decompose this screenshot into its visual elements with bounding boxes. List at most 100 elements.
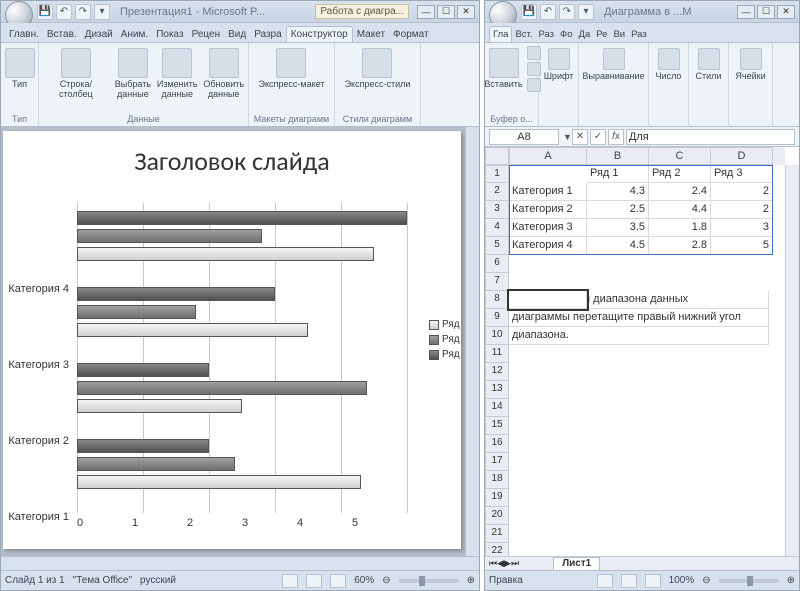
switch-row-column-button[interactable]: Строка/столбец	[41, 46, 111, 102]
zoom-out-button[interactable]: ⊖	[382, 575, 390, 586]
cell[interactable]: Ряд 1	[587, 165, 649, 183]
cell[interactable]: Категория 3	[509, 219, 587, 237]
page-layout-view-button[interactable]	[621, 574, 637, 588]
ribbon-tab[interactable]: Вид	[224, 27, 250, 42]
restore-button[interactable]: ☐	[757, 5, 775, 19]
undo-button[interactable]: ↶	[56, 4, 72, 20]
save-button[interactable]: 💾	[521, 4, 537, 20]
cell[interactable]: 4.3	[587, 183, 649, 201]
cell[interactable]: диапазона.	[509, 327, 769, 345]
ribbon-tab[interactable]: Дизай	[81, 27, 117, 42]
row-header[interactable]: 6	[485, 255, 509, 273]
page-break-view-button[interactable]	[645, 574, 661, 588]
font-group-button[interactable]: Шрифт	[542, 46, 576, 84]
row-header[interactable]: 17	[485, 453, 509, 471]
row-header[interactable]: 12	[485, 363, 509, 381]
normal-view-button[interactable]	[282, 574, 298, 588]
slideshow-view-button[interactable]	[330, 574, 346, 588]
cell[interactable]: Категория 4	[509, 237, 587, 255]
fx-button[interactable]: fx	[608, 129, 624, 145]
number-group-button[interactable]: Число	[653, 46, 685, 84]
chart-type-button[interactable]: Тип	[3, 46, 37, 92]
ribbon-tab[interactable]: Ви	[610, 27, 628, 42]
edit-data-button[interactable]: Изменить данные	[155, 46, 199, 102]
select-data-button[interactable]: Выбрать данные	[113, 46, 153, 102]
minimize-button[interactable]: —	[737, 5, 755, 19]
row-header[interactable]: 14	[485, 399, 509, 417]
row-header[interactable]: 7	[485, 273, 509, 291]
styles-group-button[interactable]: Стили	[693, 46, 725, 84]
cell[interactable]: Категория 1	[509, 183, 587, 201]
cell[interactable]: 2	[711, 183, 773, 201]
column-headers[interactable]: ABCD	[509, 147, 785, 165]
normal-view-button[interactable]	[597, 574, 613, 588]
cell[interactable]: Ряд 2	[649, 165, 711, 183]
column-header[interactable]: B	[587, 147, 649, 165]
row-header[interactable]: 9	[485, 309, 509, 327]
cell[interactable]: 4.5	[587, 237, 649, 255]
name-box[interactable]: A8	[489, 129, 559, 145]
ribbon-tab[interactable]: Аним.	[117, 27, 152, 42]
alignment-group-button[interactable]: Выравнивание	[581, 46, 647, 84]
ribbon-tab[interactable]: Ре	[593, 27, 610, 42]
row-header[interactable]: 1	[485, 165, 509, 183]
ribbon-tab[interactable]: Макет	[353, 27, 389, 42]
cell[interactable]: 4.4	[649, 201, 711, 219]
zoom-value[interactable]: 60%	[354, 575, 374, 586]
cell[interactable]: 2.4	[649, 183, 711, 201]
undo-button[interactable]: ↶	[540, 4, 556, 20]
cell[interactable]: 3	[711, 219, 773, 237]
vertical-scrollbar[interactable]	[785, 165, 799, 556]
row-header[interactable]: 3	[485, 201, 509, 219]
quick-layout-button[interactable]: Экспресс-макет	[257, 46, 327, 92]
cell[interactable]: 3.5	[587, 219, 649, 237]
sorter-view-button[interactable]	[306, 574, 322, 588]
cell[interactable]: Ряд 3	[711, 165, 773, 183]
horizontal-scrollbar[interactable]	[1, 556, 479, 570]
row-header[interactable]: 21	[485, 525, 509, 543]
quick-style-button[interactable]: Экспресс-стили	[343, 46, 413, 92]
tab-nav-prev-icon[interactable]: ◀	[497, 558, 504, 569]
ribbon-tab[interactable]: Разра	[250, 27, 286, 42]
column-header[interactable]: A	[509, 147, 587, 165]
minimize-button[interactable]: —	[417, 5, 435, 19]
cell[interactable]: Категория 2	[509, 201, 587, 219]
row-header[interactable]: 18	[485, 471, 509, 489]
zoom-slider[interactable]	[399, 579, 459, 583]
close-button[interactable]: ✕	[777, 5, 795, 19]
restore-button[interactable]: ☐	[437, 5, 455, 19]
language-indicator[interactable]: русский	[140, 575, 176, 586]
chart-object[interactable]: 012345 РядРядРяд Категория 1Категория 2К…	[3, 195, 461, 549]
slide-title-placeholder[interactable]: Заголовок слайда	[3, 131, 461, 183]
row-header[interactable]: 19	[485, 489, 509, 507]
cell[interactable]: диаграммы перетащите правый нижний угол	[509, 309, 769, 327]
ribbon-tab[interactable]: Встав.	[43, 27, 81, 42]
worksheet-grid[interactable]: ABCD 12345678910111213141516171819202122…	[485, 147, 799, 570]
ribbon-tab[interactable]: Фо	[557, 27, 576, 42]
column-header[interactable]: D	[711, 147, 773, 165]
cell[interactable]: 1.8	[649, 219, 711, 237]
redo-button[interactable]: ↷	[559, 4, 575, 20]
row-headers[interactable]: 12345678910111213141516171819202122	[485, 165, 509, 556]
row-header[interactable]: 16	[485, 435, 509, 453]
ribbon-tab[interactable]: Показ	[152, 27, 187, 42]
row-header[interactable]: 5	[485, 237, 509, 255]
formula-bar[interactable]: Для	[626, 129, 795, 145]
name-box-dropdown-icon[interactable]: ▼	[563, 132, 572, 142]
zoom-out-button[interactable]: ⊖	[702, 575, 710, 586]
cell[interactable]: 2.5	[587, 201, 649, 219]
save-button[interactable]: 💾	[37, 4, 53, 20]
zoom-in-button[interactable]: ⊕	[787, 575, 795, 586]
qat-dropdown[interactable]: ▾	[94, 4, 110, 20]
ribbon-tab[interactable]: Гла	[489, 26, 512, 42]
ribbon-tab[interactable]: Главн.	[5, 27, 43, 42]
redo-button[interactable]: ↷	[75, 4, 91, 20]
row-header[interactable]: 20	[485, 507, 509, 525]
ribbon-tab[interactable]: Да	[576, 27, 594, 42]
vertical-scrollbar[interactable]	[465, 127, 479, 556]
column-header[interactable]: C	[649, 147, 711, 165]
cell[interactable]: 5	[711, 237, 773, 255]
slide[interactable]: Заголовок слайда 012345 РядРядРяд Катего…	[3, 131, 461, 549]
ribbon-tab[interactable]: Раз	[535, 27, 557, 42]
sheet-tab[interactable]: Лист1	[553, 557, 600, 570]
